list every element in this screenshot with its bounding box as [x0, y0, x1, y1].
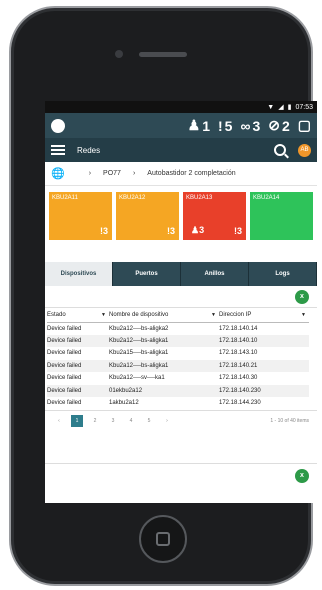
indicator-broken-link[interactable]: ⊘ 2 [268, 117, 290, 134]
breadcrumb-item[interactable]: PO77 [103, 170, 121, 177]
app-screen: ▼ ◢ ▮ 07:53 ♟ 1 ! 5 ∞ 3 ⊘ 2 ▢ Redes AB 🌐 › P… [45, 101, 317, 503]
indicator-link[interactable]: ∞ 3 [240, 118, 260, 134]
breadcrumb-item[interactable]: Autobastidor 2 completación [147, 170, 235, 177]
page-button-2[interactable]: 2 [89, 415, 101, 427]
front-camera [115, 50, 123, 58]
indicator-person-alert[interactable]: ♟ 1 [188, 117, 210, 134]
tile-kbu2a13[interactable]: KBU2A13 ♟3 !3 [183, 192, 246, 240]
tab-puertos[interactable]: Puertos [113, 262, 181, 286]
globe-icon[interactable] [51, 118, 65, 133]
column-header-estado[interactable]: Estado ▼ [47, 308, 109, 323]
tab-dispositivos[interactable]: Dispositivos [45, 262, 113, 286]
column-header-nombre[interactable]: Nombre de dispositivo ▼ [109, 308, 219, 323]
avatar[interactable]: AB [298, 143, 311, 157]
table-row[interactable]: Device failed Kbu2a12----bs-aligka1 172.18… [47, 334, 309, 347]
speaker-grille [139, 52, 187, 57]
alert-icon: !3 [233, 226, 242, 236]
broken-link-icon: ⊘ [268, 117, 280, 133]
nav-bar: Redes AB [45, 138, 317, 162]
status-bar: ▼ ◢ ▮ 07:53 [45, 101, 317, 113]
wifi-icon: ▼ [267, 103, 275, 111]
link-icon: ∞ [240, 117, 251, 134]
devices-table: Estado ▼ Nombre de dispositivo ▼ Direccion… [47, 308, 309, 410]
tab-logs[interactable]: Logs [249, 262, 317, 286]
phone-frame: ▼ ◢ ▮ 07:53 ♟ 1 ! 5 ∞ 3 ⊘ 2 ▢ Redes AB 🌐 › P… [9, 6, 317, 586]
page-button-4[interactable]: 4 [125, 415, 137, 427]
filter-icon[interactable]: ▼ [211, 312, 216, 318]
window-icon[interactable]: ▢ [298, 117, 311, 134]
tile-kbu2a11[interactable]: KBU2A11 !3 [49, 192, 112, 240]
prev-page-icon[interactable]: ‹ [53, 415, 65, 427]
tile-kbu2a12[interactable]: KBU2A12 !3 [116, 192, 179, 240]
table-row[interactable]: Device failed Kbu2a12----bs-aligka2 172.18… [47, 322, 309, 335]
next-page-icon[interactable]: › [161, 415, 173, 427]
chevron-right-icon: › [88, 170, 92, 177]
tab-bar: Dispositivos Puertos Anillos Logs [45, 262, 317, 286]
indicator-alert[interactable]: ! 5 [218, 118, 232, 134]
pagination-summary: 1 - 10 of 40 items [270, 417, 309, 424]
filter-icon[interactable]: ▼ [101, 312, 106, 318]
table-toolbar: x [45, 286, 317, 308]
alert-icon: !3 [99, 226, 108, 236]
page-button-3[interactable]: 3 [107, 415, 119, 427]
app-header: ♟ 1 ! 5 ∞ 3 ⊘ 2 ▢ [45, 113, 317, 138]
search-icon[interactable] [274, 144, 286, 156]
alert-icon: ! [217, 117, 223, 134]
clock: 07:53 [295, 103, 313, 111]
filter-icon[interactable]: ▼ [301, 312, 306, 318]
footer-toolbar: x [45, 463, 317, 487]
breadcrumb: 🌐 › PO77 › Autobastidor 2 completación [45, 162, 317, 186]
table-row[interactable]: Device failed 01ekbu2a12 172.18.140.230 [47, 384, 309, 397]
table-row[interactable]: Device failed Kbu2a12----bs-aligka1 172.18… [47, 359, 309, 372]
excel-export-icon[interactable]: x [295, 468, 309, 483]
page-title: Redes [77, 145, 101, 155]
person-alert-icon: ♟ [187, 117, 201, 133]
alert-icon: !3 [166, 226, 175, 236]
tab-anillos[interactable]: Anillos [181, 262, 249, 286]
tile-kbu2a14[interactable]: KBU2A14 [250, 192, 313, 240]
battery-icon: ▮ [287, 104, 292, 111]
table-row[interactable]: Device failed Kbu2a12----sv----ka1 172.18.… [47, 372, 309, 385]
table-row[interactable]: Device failed Kbu2a15----bs-aligka1 172.18… [47, 347, 309, 360]
pagination: ‹ 1 2 3 4 5 › 1 - 10 of 40 items [45, 409, 317, 431]
home-button[interactable] [139, 515, 187, 563]
page-button-5[interactable]: 5 [143, 415, 155, 427]
chevron-right-icon: › [132, 170, 136, 177]
signal-icon: ◢ [278, 104, 284, 111]
device-tiles: KBU2A11 !3 KBU2A12 !3 KBU2A13 ♟3 !3 KBU2… [45, 186, 317, 246]
person-alert-icon: ♟3 [191, 225, 205, 235]
column-header-ip[interactable]: Direccion IP ▼ [219, 308, 309, 323]
page-button-1[interactable]: 1 [71, 414, 83, 427]
excel-export-icon[interactable]: x [295, 289, 309, 304]
table-row[interactable]: Device failed 1akbu2a12 172.18.144.230 [47, 397, 309, 410]
globe-icon[interactable]: 🌐 [51, 167, 65, 180]
menu-icon[interactable] [51, 145, 65, 155]
